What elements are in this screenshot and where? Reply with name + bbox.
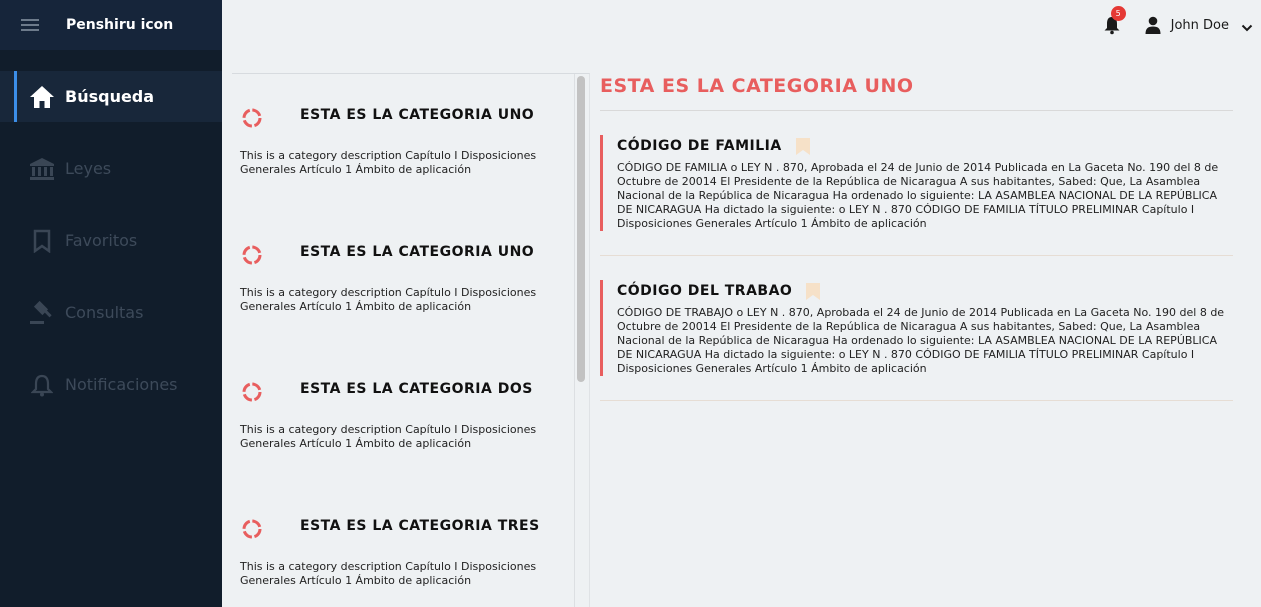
sidebar-nav: Búsqueda Leyes Favoritos Consultas Notif…: [0, 71, 222, 410]
category-title: ESTA ES LA CATEGORIA TRES: [300, 518, 540, 534]
law-text: CÓDIGO DE FAMILIA o LEY N . 870, Aprobad…: [617, 161, 1219, 230]
bookmark-icon[interactable]: [795, 137, 810, 155]
bell-icon: [29, 372, 55, 398]
law-title: CÓDIGO DEL TRABAO: [617, 280, 1233, 302]
sidebar-header: Penshiru icon: [0, 0, 222, 50]
sidebar-item-label: Notificaciones: [65, 375, 178, 394]
gavel-icon: [29, 300, 55, 326]
category-description: This is a category description Capítulo …: [240, 286, 537, 313]
bookmark-icon: [29, 228, 55, 254]
chevron-down-icon[interactable]: [1241, 19, 1253, 32]
notifications-button[interactable]: 5: [1103, 6, 1126, 35]
divider: [600, 400, 1233, 401]
sidebar-item-label: Consultas: [65, 303, 144, 322]
sidebar-item-busqueda[interactable]: Búsqueda: [0, 71, 222, 122]
menu-icon[interactable]: [21, 19, 39, 31]
bookmark-icon[interactable]: [806, 282, 821, 300]
sidebar-item-label: Favoritos: [65, 231, 138, 250]
law-card[interactable]: CÓDIGO DEL TRABAO CÓDIGO DE TRABAJO o LE…: [600, 280, 1233, 376]
notification-count-badge: 5: [1110, 6, 1126, 21]
sidebar-item-consultas[interactable]: Consultas: [0, 287, 222, 338]
loading-ring-icon: [242, 519, 262, 539]
sidebar-item-label: Leyes: [65, 159, 112, 178]
law-title-text: CÓDIGO DE FAMILIA: [617, 138, 782, 154]
home-icon: [29, 84, 55, 110]
loading-ring-icon: [242, 382, 262, 402]
sidebar-item-label: Búsqueda: [65, 87, 155, 106]
user-name[interactable]: John Doe: [1171, 18, 1229, 33]
law-title: CÓDIGO DE FAMILIA: [617, 135, 1233, 157]
detail-title: ESTA ES LA CATEGORIA UNO: [600, 70, 1233, 111]
scroll-track: [574, 74, 575, 607]
sidebar-item-notificaciones[interactable]: Notificaciones: [0, 359, 222, 410]
top-bar: 5 John Doe: [222, 0, 1261, 50]
divider: [600, 255, 1233, 256]
category-list: ESTA ES LA CATEGORIA UNO This is a categ…: [232, 73, 590, 607]
category-title: ESTA ES LA CATEGORIA DOS: [300, 381, 533, 397]
sidebar-item-favoritos[interactable]: Favoritos: [0, 215, 222, 266]
sidebar: Penshiru icon Búsqueda Leyes Favoritos C…: [0, 0, 222, 607]
brand-title: Penshiru icon: [66, 17, 174, 33]
category-detail: ESTA ES LA CATEGORIA UNO CÓDIGO DE FAMIL…: [600, 70, 1233, 401]
law-title-text: CÓDIGO DEL TRABAO: [617, 283, 793, 299]
category-title: ESTA ES LA CATEGORIA UNO: [300, 107, 535, 123]
law-card[interactable]: CÓDIGO DE FAMILIA CÓDIGO DE FAMILIA o LE…: [600, 135, 1233, 231]
loading-ring-icon: [242, 108, 262, 128]
user-icon: [1145, 16, 1161, 34]
law-text: CÓDIGO DE TRABAJO o LEY N . 870, Aprobad…: [617, 306, 1225, 375]
category-description: This is a category description Capítulo …: [240, 149, 537, 176]
category-title: ESTA ES LA CATEGORIA UNO: [300, 244, 535, 260]
sidebar-item-leyes[interactable]: Leyes: [0, 143, 222, 194]
institution-icon: [29, 156, 55, 182]
scrollbar[interactable]: [577, 76, 585, 382]
loading-ring-icon: [242, 245, 262, 265]
category-description: This is a category description Capítulo …: [240, 423, 537, 450]
category-description: This is a category description Capítulo …: [240, 560, 537, 587]
